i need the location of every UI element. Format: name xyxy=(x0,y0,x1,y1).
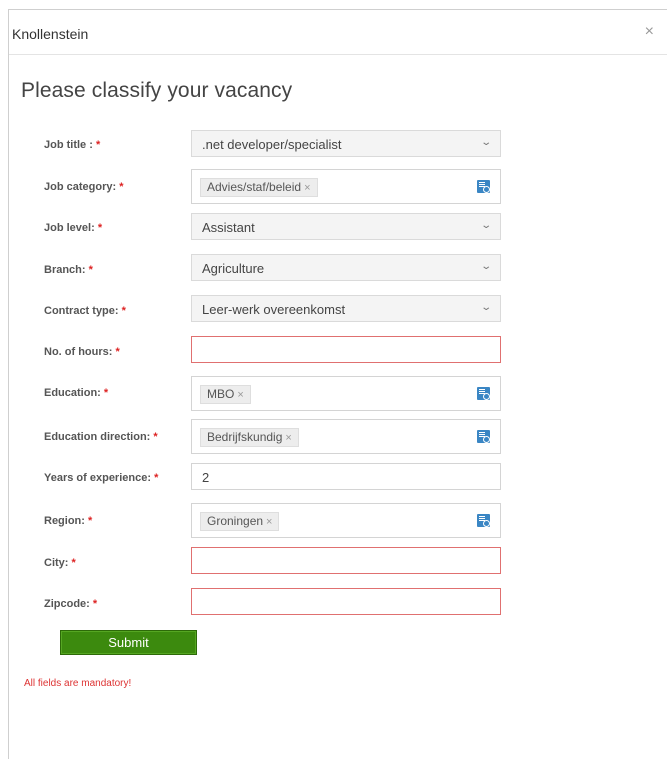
tag-remove-icon[interactable]: × xyxy=(285,432,291,444)
lookup-icon[interactable] xyxy=(477,180,490,193)
submit-button[interactable]: Submit xyxy=(60,630,197,655)
hours-label: No. of hours: * xyxy=(44,346,120,358)
mandatory-note: All fields are mandatory! xyxy=(24,678,132,689)
region-tag: Groningen × xyxy=(200,512,280,531)
contract-type-value: Leer-werk overeenkomst xyxy=(202,302,346,317)
zipcode-input[interactable] xyxy=(191,588,501,615)
dialog-title: Knollenstein xyxy=(12,26,89,42)
job-title-value: .net developer/specialist xyxy=(202,137,342,152)
chevron-down-icon: ⌄ xyxy=(479,261,492,272)
job-category-label: Job category: * xyxy=(44,181,124,193)
tag-remove-icon[interactable]: × xyxy=(304,182,310,194)
education-tag: MBO × xyxy=(200,385,251,404)
education-direction-tag: Bedrijfskundig × xyxy=(200,428,299,447)
experience-input[interactable]: 2 xyxy=(191,463,501,490)
region-field[interactable]: Groningen × xyxy=(191,503,501,538)
education-direction-label: Education direction: * xyxy=(44,431,158,443)
lookup-icon[interactable] xyxy=(477,514,490,527)
region-label: Region: * xyxy=(44,515,93,527)
job-title-select[interactable]: .net developer/specialist ⌄ xyxy=(191,130,501,157)
lookup-icon[interactable] xyxy=(477,387,490,400)
page-title: Please classify your vacancy xyxy=(21,79,293,102)
experience-value: 2 xyxy=(202,470,210,485)
experience-label: Years of experience: * xyxy=(44,472,159,484)
chevron-down-icon: ⌄ xyxy=(479,302,492,313)
job-level-value: Assistant xyxy=(202,220,255,235)
chevron-down-icon: ⌄ xyxy=(479,137,492,148)
tag-remove-icon[interactable]: × xyxy=(266,516,272,528)
education-direction-field[interactable]: Bedrijfskundig × xyxy=(191,419,501,454)
branch-label: Branch: * xyxy=(44,264,93,276)
job-title-label: Job title : * xyxy=(44,139,101,151)
contract-type-label: Contract type: * xyxy=(44,305,126,317)
lookup-icon[interactable] xyxy=(477,430,490,443)
hours-input[interactable] xyxy=(191,336,501,363)
close-icon[interactable]: × xyxy=(645,24,654,40)
education-field[interactable]: MBO × xyxy=(191,376,501,411)
dialog-header: Knollenstein × xyxy=(9,10,667,55)
city-input[interactable] xyxy=(191,547,501,574)
city-label: City: * xyxy=(44,557,76,569)
tag-remove-icon[interactable]: × xyxy=(237,389,243,401)
zipcode-label: Zipcode: * xyxy=(44,598,98,610)
education-label: Education: * xyxy=(44,387,109,399)
job-level-select[interactable]: Assistant ⌄ xyxy=(191,213,501,240)
contract-type-select[interactable]: Leer-werk overeenkomst ⌄ xyxy=(191,295,501,322)
chevron-down-icon: ⌄ xyxy=(479,220,492,231)
branch-select[interactable]: Agriculture ⌄ xyxy=(191,254,501,281)
job-level-label: Job level: * xyxy=(44,222,103,234)
job-category-field[interactable]: Advies/staf/beleid × xyxy=(191,169,501,204)
branch-value: Agriculture xyxy=(202,261,265,276)
job-category-tag: Advies/staf/beleid × xyxy=(200,178,318,197)
